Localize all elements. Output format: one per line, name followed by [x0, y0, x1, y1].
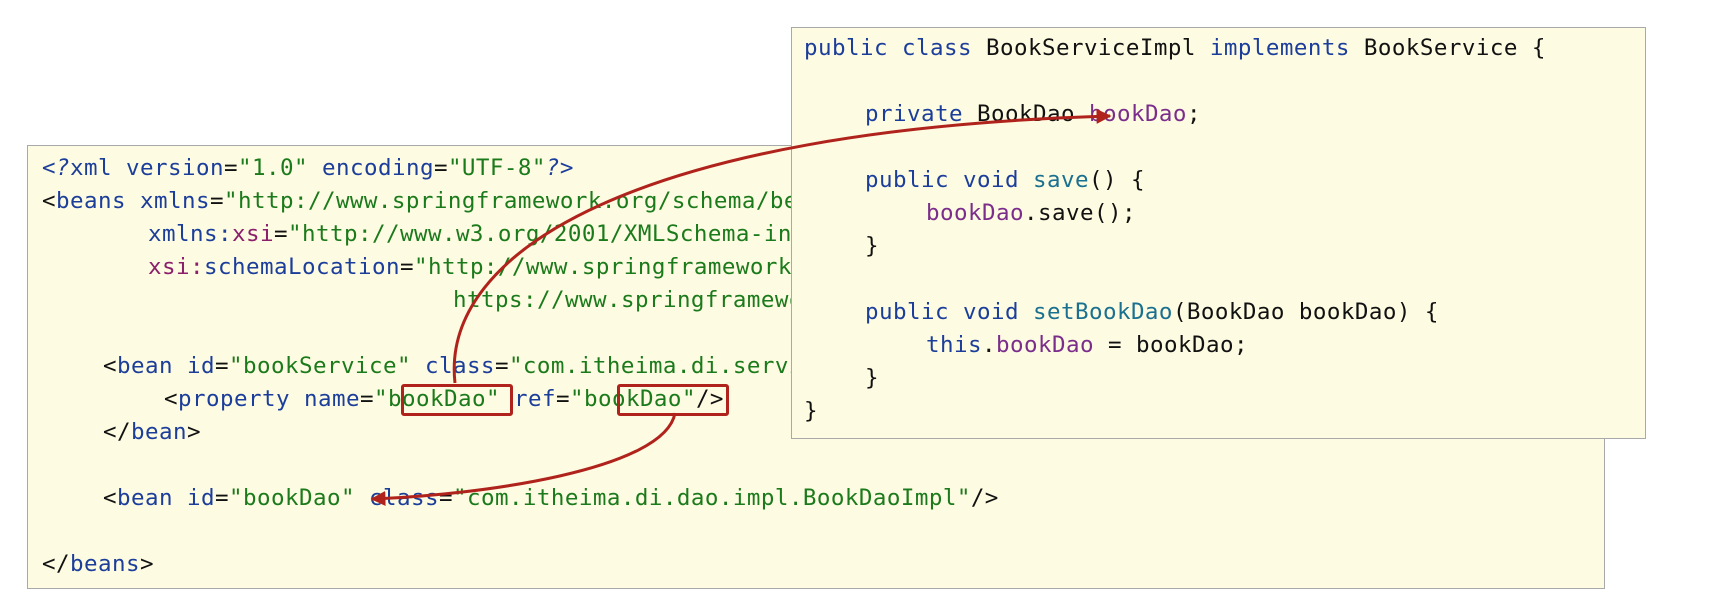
id-attr: id	[173, 485, 215, 511]
beans-close-line: </beans>	[42, 548, 154, 581]
xsi-attr: xsi	[231, 221, 274, 247]
eq: =	[494, 353, 509, 379]
name-highlight-box	[401, 384, 513, 416]
save-method-name: save	[1018, 167, 1089, 193]
close-brace: }	[865, 233, 879, 259]
beans-tag: beans	[70, 551, 140, 577]
xml-decl-tag: xml	[70, 155, 112, 181]
bean-close-line: </bean>	[103, 416, 201, 449]
lt: <	[164, 386, 178, 412]
setter-body-line: this.bookDao = bookDao;	[926, 329, 1248, 362]
xmlns-xsi-line: xmlns:xsi="http://www.w3.org/2001/XMLSch…	[148, 218, 890, 251]
gt: >	[139, 551, 154, 577]
public-keyword: public	[865, 299, 949, 325]
eq: =	[273, 221, 288, 247]
class-close-brace: }	[804, 395, 818, 428]
dot: .	[982, 332, 996, 358]
schema-location-attr: schemaLocation	[204, 254, 400, 280]
bean-tag: bean	[117, 353, 173, 379]
assignment-rest: = bookDao;	[1093, 332, 1248, 358]
name-attr: name	[289, 386, 360, 412]
close-brace: }	[865, 365, 879, 391]
open-brace: {	[1517, 35, 1546, 61]
xml-version-value: "1.0"	[237, 155, 308, 181]
close-brace: }	[804, 398, 818, 424]
class-attr: class	[354, 485, 439, 511]
eq: =	[433, 155, 448, 181]
void-keyword: void	[948, 167, 1019, 193]
xsi-prefix: xsi:	[148, 254, 204, 280]
book-dao-id-value: "bookDao"	[229, 485, 355, 511]
xmlns-prefix: xmlns:	[148, 221, 232, 247]
beans-open-line: <beans xmlns="http://www.springframework…	[42, 185, 854, 218]
bean-tag: bean	[131, 419, 187, 445]
xmlns-value: "http://www.springframework.org/schema/b…	[223, 188, 854, 214]
xml-encoding-value: "UTF-8"	[447, 155, 546, 181]
method-signature-rest: () {	[1088, 167, 1145, 193]
save-close-brace: }	[865, 230, 879, 263]
save-method-line: public void save() {	[865, 164, 1145, 197]
book-dao-field: bookDao	[1088, 101, 1187, 127]
void-keyword: void	[948, 299, 1019, 325]
class-keyword: class	[887, 35, 972, 61]
class-name: BookServiceImpl	[971, 35, 1196, 61]
interface-name: BookService	[1349, 35, 1518, 61]
setter-close-brace: }	[865, 362, 879, 395]
lt: <	[103, 353, 117, 379]
eq: =	[359, 386, 374, 412]
eq: =	[223, 155, 238, 181]
eq: =	[209, 188, 224, 214]
book-dao-field-ref: bookDao	[926, 200, 1024, 226]
self-close: />	[970, 485, 999, 511]
field-type: BookDao	[962, 101, 1089, 127]
class-declaration-line: public class BookServiceImpl implements …	[804, 32, 1546, 65]
save-call-line: bookDao.save();	[926, 197, 1136, 230]
ref-highlight-box	[617, 384, 729, 416]
xml-version-attr: version	[112, 155, 224, 181]
this-keyword: this	[926, 332, 982, 358]
setter-method-name: setBookDao	[1018, 299, 1173, 325]
bean-tag: bean	[117, 485, 173, 511]
eq: =	[555, 386, 570, 412]
property-tag: property	[178, 386, 290, 412]
lt: <	[42, 188, 56, 214]
class-attr: class	[410, 353, 495, 379]
gt: >	[187, 419, 201, 445]
implements-keyword: implements	[1195, 35, 1350, 61]
save-call-rest: .save();	[1023, 200, 1136, 226]
lt-slash: </	[103, 419, 131, 445]
public-keyword: public	[804, 35, 888, 61]
lt-slash: </	[42, 551, 70, 577]
xmlns-attr: xmlns	[125, 188, 210, 214]
quote: "	[373, 386, 388, 412]
book-service-id-value: "bookService"	[229, 353, 411, 379]
book-dao-field-ref: bookDao	[996, 332, 1094, 358]
eq: =	[399, 254, 414, 280]
field-declaration-line: private BookDao bookDao;	[865, 98, 1201, 131]
private-keyword: private	[865, 101, 963, 127]
book-dao-bean-line: <bean id="bookDao" class="com.itheima.di…	[103, 482, 999, 515]
id-attr: id	[173, 353, 215, 379]
xml-encoding-attr: encoding	[307, 155, 434, 181]
setter-signature-rest: (BookDao bookDao) {	[1172, 299, 1439, 325]
public-keyword: public	[865, 167, 949, 193]
xml-decl-q2: ?	[545, 155, 560, 181]
xml-decl-open: <	[42, 155, 56, 181]
book-dao-class-value: "com.itheima.di.dao.impl.BookDaoImpl"	[452, 485, 971, 511]
eq: =	[215, 485, 229, 511]
java-class-panel: public class BookServiceImpl implements …	[791, 27, 1646, 439]
quote: "	[569, 386, 584, 412]
xml-declaration-line: <?xml version="1.0" encoding="UTF-8"?>	[42, 152, 574, 185]
lt: <	[103, 485, 117, 511]
eq: =	[215, 353, 229, 379]
beans-tag: beans	[56, 188, 126, 214]
semicolon: ;	[1186, 101, 1201, 127]
setter-method-line: public void setBookDao(BookDao bookDao) …	[865, 296, 1439, 329]
xml-decl-close: >	[559, 155, 574, 181]
xml-decl-q1: ?	[56, 155, 70, 181]
eq: =	[438, 485, 453, 511]
